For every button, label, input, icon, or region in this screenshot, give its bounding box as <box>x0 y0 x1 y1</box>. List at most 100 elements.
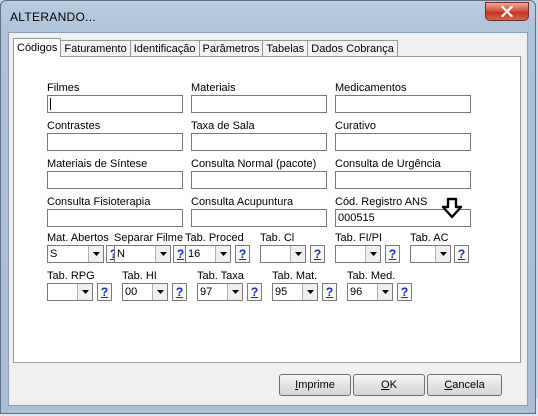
chevron-down-icon[interactable] <box>88 246 103 262</box>
tab-label: Faturamento <box>64 43 127 55</box>
tab-hi-label: Tab. HI <box>122 270 157 282</box>
filmes-label: Filmes <box>47 82 80 94</box>
chevron-down-icon[interactable] <box>377 284 392 300</box>
tab-label: Dados Cobrança <box>311 43 394 55</box>
materiais-sintese-field[interactable] <box>47 171 183 189</box>
tab-rpg-help-button[interactable]: ? <box>97 283 112 301</box>
tab-mat-select[interactable]: 95 <box>272 283 318 301</box>
select-value: S <box>50 248 58 260</box>
cancel-label: ancela <box>452 379 485 391</box>
tab-med-label: Tab. Med. <box>347 270 396 282</box>
tab-label: Códigos <box>17 42 58 54</box>
medicamentos-field[interactable] <box>335 95 471 113</box>
ok-accel: O <box>381 379 390 391</box>
select-value: 16 <box>188 248 201 260</box>
tab-ac-select[interactable] <box>410 245 451 263</box>
select-value: 95 <box>275 286 288 298</box>
tab-taxa-select[interactable]: 97 <box>197 283 243 301</box>
select-value: 00 <box>125 286 138 298</box>
tab-proced-help-button[interactable]: ? <box>235 245 250 263</box>
taxa-sala-field[interactable] <box>191 133 327 151</box>
select-value: 97 <box>200 286 213 298</box>
taxa-sala-label: Taxa de Sala <box>191 120 255 132</box>
ok-label: K <box>389 379 397 391</box>
cod-registro-ans-label: Cód. Registro ANS <box>335 196 428 208</box>
tab-faturamento[interactable]: Faturamento <box>60 40 131 57</box>
consulta-urgencia-field[interactable] <box>335 171 471 189</box>
close-icon <box>501 6 513 17</box>
chevron-down-icon[interactable] <box>155 246 170 262</box>
tab-identificacao[interactable]: Identificação <box>129 40 200 57</box>
tab-label: Tabelas <box>266 43 305 55</box>
mat-abertos-select[interactable]: S <box>47 245 104 263</box>
cancel-button[interactable]: Cancela <box>427 374 502 396</box>
consulta-acupuntura-field[interactable] <box>191 209 327 227</box>
dialog-client-area: Códigos Faturamento Identificação Parâme… <box>8 32 528 406</box>
tab-ac-help-button[interactable]: ? <box>454 245 469 263</box>
tab-parametros[interactable]: Parâmetros <box>198 40 264 57</box>
tab-taxa-label: Tab. Taxa <box>197 270 244 282</box>
tab-ac-label: Tab. AC <box>410 232 449 244</box>
tab-dados-cobranca[interactable]: Dados Cobrança <box>307 40 398 57</box>
mat-abertos-label: Mat. Abertos <box>47 232 109 244</box>
curativo-field[interactable] <box>335 133 471 151</box>
text-cursor <box>50 98 51 110</box>
dialog-window: ALTERANDO... Códigos Faturamento Identif… <box>0 0 536 414</box>
tab-fi-pi-select[interactable] <box>335 245 381 263</box>
chevron-down-icon[interactable] <box>227 284 242 300</box>
medicamentos-label: Medicamentos <box>335 82 407 94</box>
tab-med-help-button[interactable]: ? <box>397 283 412 301</box>
tab-tabelas[interactable]: Tabelas <box>262 40 309 57</box>
separar-filme-label: Separar Filme <box>114 232 184 244</box>
chevron-down-icon[interactable] <box>435 246 450 262</box>
consulta-normal-field[interactable] <box>191 171 327 189</box>
curativo-label: Curativo <box>335 120 376 132</box>
close-button[interactable] <box>485 2 529 21</box>
chevron-down-icon[interactable] <box>365 246 380 262</box>
select-value: 96 <box>350 286 363 298</box>
consulta-fisioterapia-label: Consulta Fisioterapia <box>47 196 151 208</box>
chevron-down-icon[interactable] <box>215 246 230 262</box>
separar-filme-select[interactable]: N <box>114 245 171 263</box>
consulta-acupuntura-label: Consulta Acupuntura <box>191 196 294 208</box>
tab-fi-pi-help-button[interactable]: ? <box>385 245 400 263</box>
tab-taxa-help-button[interactable]: ? <box>247 283 262 301</box>
tab-mat-help-button[interactable]: ? <box>322 283 337 301</box>
materiais-field[interactable] <box>191 95 327 113</box>
materiais-label: Materiais <box>191 82 236 94</box>
materiais-sintese-label: Materiais de Síntese <box>47 158 148 170</box>
down-arrow-icon <box>441 197 463 219</box>
consulta-normal-label: Consulta Normal (pacote) <box>191 158 317 170</box>
print-label: mprime <box>298 379 335 391</box>
tab-fi-pi-label: Tab. FI/PI <box>335 232 383 244</box>
tab-panel-codigos: Filmes Materiais Medicamentos Contrastes… <box>13 56 521 363</box>
print-button[interactable]: Imprime <box>279 374 351 396</box>
chevron-down-icon[interactable] <box>152 284 167 300</box>
tab-proced-select[interactable]: 16 <box>185 245 231 263</box>
chevron-down-icon[interactable] <box>290 246 305 262</box>
window-title: ALTERANDO... <box>10 10 97 24</box>
tab-med-select[interactable]: 96 <box>347 283 393 301</box>
ok-button[interactable]: OK <box>353 374 425 396</box>
select-value: N <box>117 248 125 260</box>
contrastes-field[interactable] <box>47 133 183 151</box>
tab-mat-label: Tab. Mat. <box>272 270 318 282</box>
tab-hi-select[interactable]: 00 <box>122 283 168 301</box>
consulta-urgencia-label: Consulta de Urgência <box>335 158 441 170</box>
tab-cl-label: Tab. Cl <box>260 232 295 244</box>
consulta-fisioterapia-field[interactable] <box>47 209 183 227</box>
tab-rpg-select[interactable] <box>47 283 93 301</box>
chevron-down-icon[interactable] <box>77 284 92 300</box>
filmes-field[interactable] <box>47 95 183 113</box>
tab-cl-help-button[interactable]: ? <box>310 245 325 263</box>
tab-proced-label: Tab. Proced <box>185 232 244 244</box>
title-bar[interactable]: ALTERANDO... <box>1 1 535 31</box>
tab-hi-help-button[interactable]: ? <box>172 283 187 301</box>
tab-codigos[interactable]: Códigos <box>13 38 62 57</box>
tab-rpg-label: Tab. RPG <box>47 270 95 282</box>
tab-label: Parâmetros <box>202 43 260 55</box>
contrastes-label: Contrastes <box>47 120 101 132</box>
tab-strip: Códigos Faturamento Identificação Parâme… <box>13 38 398 57</box>
chevron-down-icon[interactable] <box>302 284 317 300</box>
tab-cl-select[interactable] <box>260 245 306 263</box>
